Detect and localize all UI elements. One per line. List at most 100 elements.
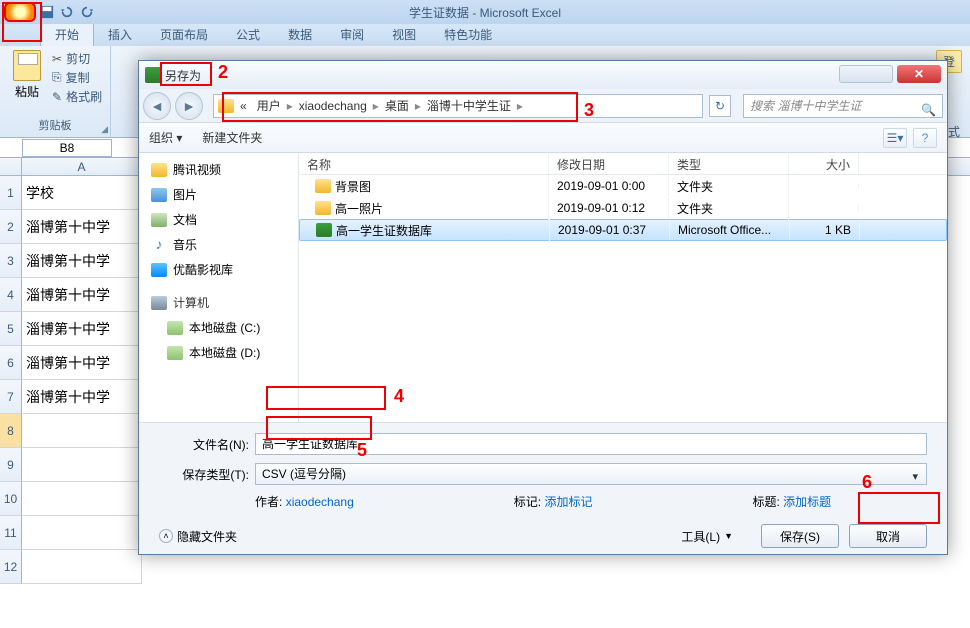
disk-icon — [167, 321, 183, 335]
folder-icon — [315, 179, 331, 193]
annotation-box-3 — [222, 92, 578, 122]
annotation-box-5 — [266, 416, 372, 440]
filetype-label: 保存类型(T): — [159, 466, 249, 483]
cell[interactable]: 淄博第十中学 — [22, 244, 142, 278]
cancel-button[interactable]: 取消 — [849, 524, 927, 548]
undo-icon[interactable] — [60, 5, 74, 19]
row-header[interactable]: 9 — [0, 448, 22, 482]
tab-page-layout[interactable]: 页面布局 — [146, 23, 222, 46]
dialog-launcher-icon[interactable]: ◢ — [101, 124, 108, 135]
paste-icon — [13, 50, 41, 81]
nav-forward-button[interactable]: ► — [175, 92, 203, 120]
paste-button[interactable]: 粘贴 — [8, 50, 46, 100]
nav-back-button[interactable]: ◄ — [143, 92, 171, 120]
row-header[interactable]: 7 — [0, 380, 22, 414]
copy-icon: ⎘ — [52, 70, 62, 85]
organize-button[interactable]: 组织 ▾ — [149, 129, 182, 146]
dialog-min-max[interactable] — [839, 65, 893, 83]
annotation-box-1 — [2, 2, 42, 42]
sidebar-disk-d[interactable]: 本地磁盘 (D:) — [139, 340, 298, 365]
row-header[interactable]: 12 — [0, 550, 22, 584]
copy-button[interactable]: ⎘复制 — [52, 69, 102, 86]
sidebar-item-youku[interactable]: 优酷影视库 — [139, 257, 298, 282]
row-header[interactable]: 8 — [0, 414, 22, 448]
cell[interactable] — [22, 414, 142, 448]
title-label: 标题: — [752, 495, 779, 509]
file-row[interactable]: 高一学生证数据库2019-09-01 0:37Microsoft Office.… — [299, 219, 947, 241]
cell[interactable]: 淄博第十中学 — [22, 380, 142, 414]
tab-special[interactable]: 特色功能 — [430, 23, 506, 46]
redo-icon[interactable] — [80, 5, 94, 19]
col-name[interactable]: 名称 — [299, 153, 549, 174]
save-as-dialog: 另存为 ✕ ◄ ► « 用户▸ xiaodechang▸ 桌面▸ 淄博十中学生证… — [138, 60, 948, 555]
cut-button[interactable]: ✂剪切 — [52, 50, 102, 67]
youku-icon — [151, 263, 167, 277]
tags-value[interactable]: 添加标记 — [544, 495, 592, 509]
row-header[interactable]: 1 — [0, 176, 22, 210]
cell[interactable]: 学校 — [22, 176, 142, 210]
cell[interactable]: 淄博第十中学 — [22, 312, 142, 346]
tab-data[interactable]: 数据 — [274, 23, 326, 46]
col-date[interactable]: 修改日期 — [549, 153, 669, 174]
file-row[interactable]: 背景图2019-09-01 0:00文件夹 — [299, 175, 947, 197]
annotation-3: 3 — [584, 100, 594, 121]
row-header[interactable]: 2 — [0, 210, 22, 244]
disk-icon — [167, 346, 183, 360]
row-header[interactable]: 11 — [0, 516, 22, 550]
quick-access-toolbar — [40, 5, 94, 19]
refresh-button[interactable]: ↻ — [709, 95, 731, 117]
col-header-a[interactable]: A — [22, 158, 142, 175]
sidebar-item-documents[interactable]: 文档 — [139, 207, 298, 232]
tab-formulas[interactable]: 公式 — [222, 23, 274, 46]
name-box[interactable] — [22, 139, 112, 157]
dialog-titlebar: 另存为 ✕ — [139, 61, 947, 89]
cell[interactable] — [22, 482, 142, 516]
cell[interactable]: 淄博第十中学 — [22, 278, 142, 312]
clipboard-group: 粘贴 ✂剪切 ⎘复制 ✎格式刷 剪贴板 ◢ — [0, 46, 111, 137]
file-row[interactable]: 高一照片2019-09-01 0:12文件夹 — [299, 197, 947, 219]
view-button[interactable]: ☰▾ — [883, 128, 907, 148]
author-value[interactable]: xiaodechang — [286, 495, 354, 509]
row-header[interactable]: 5 — [0, 312, 22, 346]
new-folder-button[interactable]: 新建文件夹 — [202, 129, 262, 146]
save-icon[interactable] — [40, 5, 54, 19]
hide-folders-toggle[interactable]: ˄隐藏文件夹 — [159, 528, 237, 545]
title-value[interactable]: 添加标题 — [783, 495, 831, 509]
row-header[interactable]: 6 — [0, 346, 22, 380]
cell[interactable] — [22, 448, 142, 482]
tab-review[interactable]: 审阅 — [326, 23, 378, 46]
sidebar-disk-c[interactable]: 本地磁盘 (C:) — [139, 315, 298, 340]
row-header[interactable]: 4 — [0, 278, 22, 312]
save-button[interactable]: 保存(S) — [761, 524, 839, 548]
dialog-close-button[interactable]: ✕ — [897, 65, 941, 83]
tab-home[interactable]: 开始 — [40, 22, 94, 46]
dialog-bottom: 文件名(N): 高一学生证数据库 保存类型(T): CSV (逗号分隔) 作者:… — [139, 422, 947, 554]
sidebar-item-tencent[interactable]: 腾讯视频 — [139, 157, 298, 182]
row-header[interactable]: 3 — [0, 244, 22, 278]
cell[interactable] — [22, 550, 142, 584]
cell[interactable]: 淄博第十中学 — [22, 346, 142, 380]
sidebar-item-pictures[interactable]: 图片 — [139, 182, 298, 207]
excel-file-icon — [316, 223, 332, 237]
cell[interactable]: 淄博第十中学 — [22, 210, 142, 244]
col-size[interactable]: 大小 — [789, 153, 859, 174]
annotation-box-6 — [858, 492, 940, 524]
tab-insert[interactable]: 插入 — [94, 23, 146, 46]
tools-button[interactable]: 工具(L) ▼ — [681, 528, 733, 545]
select-all-corner[interactable] — [0, 158, 22, 175]
col-type[interactable]: 类型 — [669, 153, 789, 174]
sidebar-computer[interactable]: 计算机 — [139, 290, 298, 315]
computer-icon — [151, 296, 167, 310]
scissors-icon: ✂ — [52, 52, 62, 66]
cell[interactable] — [22, 516, 142, 550]
annotation-4: 4 — [394, 386, 404, 407]
search-input[interactable]: 搜索 淄博十中学生证🔍 — [743, 94, 943, 118]
row-header[interactable]: 10 — [0, 482, 22, 516]
filetype-select[interactable]: CSV (逗号分隔) — [255, 463, 927, 485]
folder-icon — [151, 163, 167, 177]
search-icon: 🔍 — [921, 99, 936, 121]
format-painter-button[interactable]: ✎格式刷 — [52, 88, 102, 105]
help-button[interactable]: ? — [913, 128, 937, 148]
sidebar-item-music[interactable]: ♪音乐 — [139, 232, 298, 257]
tab-view[interactable]: 视图 — [378, 23, 430, 46]
